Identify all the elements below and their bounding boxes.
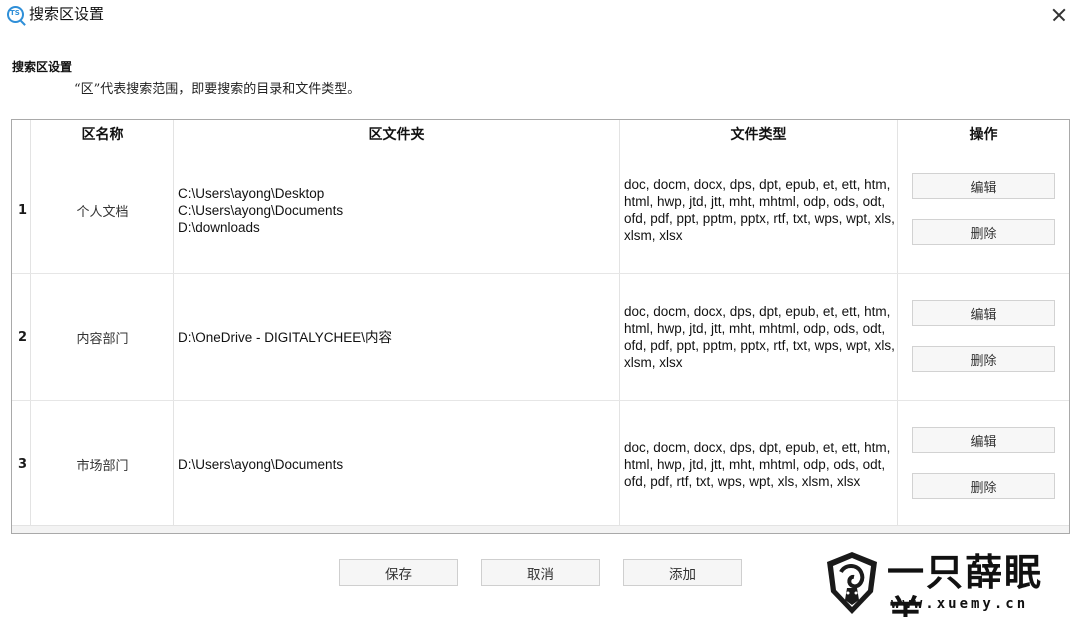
- file-types-text: doc, docm, docx, dps, dpt, epub, et, ett…: [624, 439, 891, 489]
- delete-button[interactable]: 删除: [912, 219, 1055, 245]
- title-bar: TS 搜索区设置: [0, 0, 1080, 30]
- file-types-text: doc, docm, docx, dps, dpt, epub, et, ett…: [624, 177, 895, 243]
- edit-button[interactable]: 编辑: [912, 173, 1055, 199]
- file-types: doc, docm, docx, dps, dpt, epub, et, ett…: [624, 274, 899, 400]
- header-zone-folders: 区文件夹: [368, 127, 425, 143]
- zone-name: 个人文档: [76, 204, 129, 220]
- ram-head-logo: [827, 552, 877, 614]
- header-file-types: 文件类型: [730, 127, 787, 143]
- watermark: 一只薛眠羊 www.xuemy.cn: [823, 550, 1075, 617]
- zone-name: 内容部门: [76, 331, 129, 347]
- table-row: 1 个人文档 C:\Users\ayong\Desktop C:\Users\a…: [12, 147, 1069, 274]
- window-title: 搜索区设置: [29, 5, 105, 23]
- folder-path: C:\Users\ayong\Desktop: [178, 185, 325, 201]
- row-actions: 编辑 删除: [898, 274, 1069, 400]
- folder-path: C:\Users\ayong\Documents: [178, 202, 344, 218]
- zone-folders: C:\Users\ayong\Desktop C:\Users\ayong\Do…: [178, 147, 618, 273]
- edit-button[interactable]: 编辑: [912, 427, 1055, 453]
- row-number: 1: [18, 202, 28, 218]
- delete-button[interactable]: 删除: [912, 346, 1055, 372]
- folder-path: D:\downloads: [178, 219, 260, 235]
- file-types: doc, docm, docx, dps, dpt, epub, et, ett…: [624, 401, 899, 527]
- zone-folders: D:\Users\ayong\Documents: [178, 401, 618, 527]
- search-zone-table: 区名称 区文件夹 文件类型 操作 1 个人文档 C:\Users\ayong\D…: [11, 119, 1070, 534]
- folder-path: D:\OneDrive - DIGITALYCHEE\内容: [178, 329, 393, 345]
- save-button[interactable]: 保存: [339, 559, 458, 586]
- file-types-text: doc, docm, docx, dps, dpt, epub, et, ett…: [624, 304, 895, 370]
- delete-button[interactable]: 删除: [912, 473, 1055, 499]
- row-number: 2: [18, 329, 28, 345]
- zone-folders: D:\OneDrive - DIGITALYCHEE\内容: [178, 274, 618, 400]
- header-actions: 操作: [969, 127, 998, 143]
- watermark-url: www.xuemy.cn: [891, 596, 1029, 612]
- app-icon-label: TS: [10, 9, 20, 17]
- section-description: “区”代表搜索范围，即要搜索的目录和文件类型。: [74, 82, 361, 97]
- app-icon: TS: [7, 6, 26, 26]
- edit-button[interactable]: 编辑: [912, 300, 1055, 326]
- add-button[interactable]: 添加: [623, 559, 742, 586]
- section-title: 搜索区设置: [12, 60, 73, 74]
- file-types: doc, docm, docx, dps, dpt, epub, et, ett…: [624, 147, 899, 273]
- close-icon[interactable]: [1046, 2, 1072, 28]
- row-number: 3: [18, 456, 28, 472]
- table-row: 2 内容部门 D:\OneDrive - DIGITALYCHEE\内容 doc…: [12, 274, 1069, 401]
- row-actions: 编辑 删除: [898, 147, 1069, 273]
- row-actions: 编辑 删除: [898, 401, 1069, 527]
- header-zone-name: 区名称: [81, 127, 124, 143]
- table-row: 3 市场部门 D:\Users\ayong\Documents doc, doc…: [12, 401, 1069, 528]
- table-scroll-track[interactable]: [12, 525, 1069, 533]
- cancel-button[interactable]: 取消: [481, 559, 600, 586]
- zone-name: 市场部门: [76, 458, 129, 474]
- folder-path: D:\Users\ayong\Documents: [178, 456, 344, 472]
